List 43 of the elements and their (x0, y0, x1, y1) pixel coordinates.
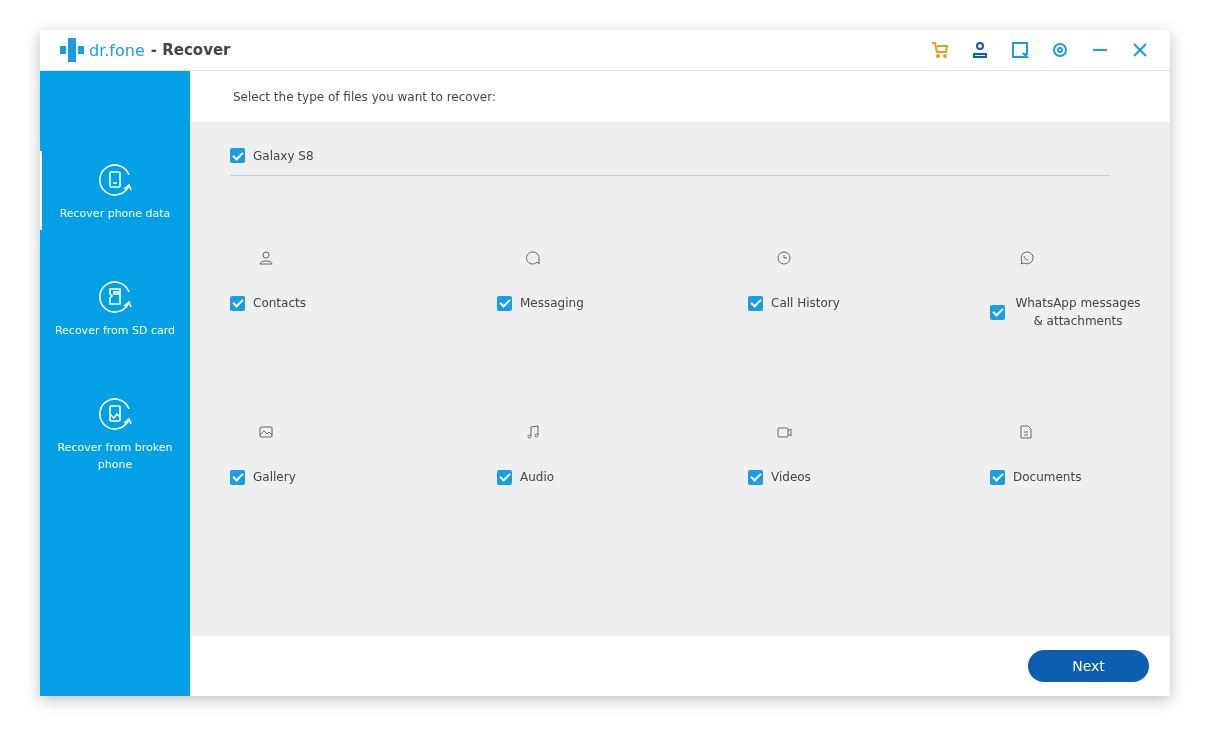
brand-name: dr.fone (89, 40, 145, 60)
account-icon[interactable] (970, 40, 990, 60)
sidebar-item[interactable]: Recover from SD card (40, 278, 190, 339)
image-icon (258, 424, 274, 440)
file-type-label: Call History (771, 295, 840, 312)
checkbox[interactable] (748, 295, 763, 311)
file-type-label: Gallery (253, 469, 296, 486)
device-label: Galaxy S8 (253, 148, 314, 163)
cross-logo-icon (60, 38, 84, 62)
chat-icon[interactable] (1010, 40, 1030, 60)
broken-phone-icon (96, 395, 134, 433)
settings-icon[interactable] (1050, 40, 1070, 60)
sd-card-recovery-icon (96, 278, 134, 316)
file-type-label: WhatsApp messages & attachments (1014, 295, 1142, 330)
checkbox[interactable] (990, 469, 1005, 485)
person-icon (258, 250, 274, 266)
file-type-label: Videos (771, 469, 811, 486)
checkbox[interactable] (230, 148, 245, 163)
checkbox[interactable] (748, 469, 763, 485)
checkbox[interactable] (990, 304, 1005, 320)
clock-icon (776, 250, 792, 266)
next-button[interactable]: Next (1028, 650, 1149, 682)
phone-bubble-icon (1018, 250, 1034, 266)
cart-icon[interactable] (930, 40, 950, 60)
sidebar-item-label: Recover from SD card (54, 323, 176, 339)
phone-recovery-icon (96, 161, 134, 199)
file-type-label: Contacts (253, 295, 306, 312)
sidebar-item-label: Recover phone data (59, 206, 171, 222)
file-type-label: Audio (520, 469, 555, 486)
instruction-text: Select the type of files you want to recover: (233, 89, 496, 104)
checkbox[interactable] (230, 469, 245, 485)
checkbox[interactable] (497, 469, 512, 485)
file-type-label: Documents (1013, 469, 1082, 486)
chat-bubble-icon (525, 250, 541, 266)
sidebar-item[interactable]: Recover from broken phone (40, 395, 190, 473)
window-title: - Recover (150, 41, 231, 59)
music-note-icon (525, 424, 541, 440)
checkbox[interactable] (230, 295, 245, 311)
sidebar-item-label: Recover from broken phone (56, 440, 174, 473)
video-camera-icon (776, 424, 792, 440)
file-type-label: Messaging (520, 295, 584, 312)
document-icon (1018, 424, 1034, 440)
checkbox[interactable] (497, 295, 512, 311)
